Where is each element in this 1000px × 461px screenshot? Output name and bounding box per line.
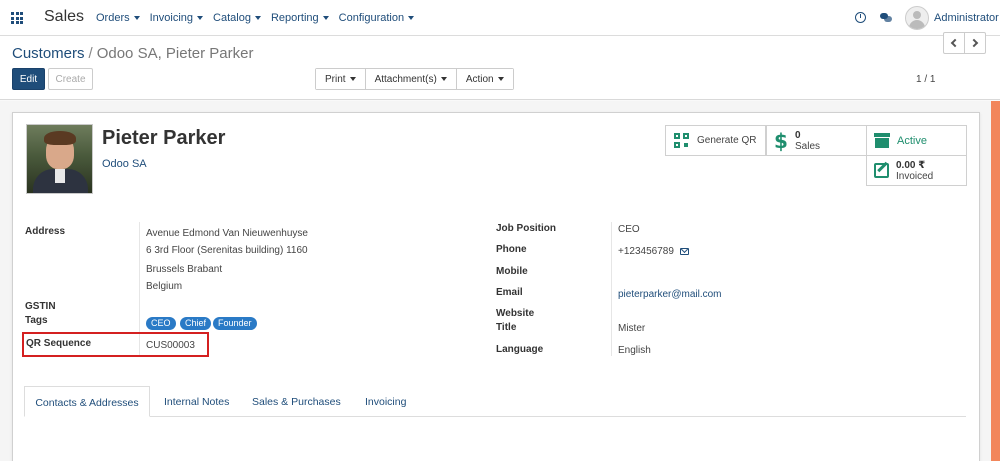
phone-number[interactable]: +123456789 — [618, 246, 674, 257]
app-name: Sales — [44, 8, 85, 25]
sales-smart-button[interactable]: $ 0 Sales — [766, 125, 867, 156]
pager-previous-button[interactable] — [943, 32, 965, 54]
phone-label: Phone — [496, 244, 527, 255]
breadcrumb-separator: / — [88, 45, 93, 62]
breadcrumb-current: Odoo SA, Pieter Parker — [96, 45, 254, 62]
tab-internal-notes[interactable]: Internal Notes — [164, 386, 229, 417]
gstin-label: GSTIN — [25, 301, 56, 312]
menu-orders-label: Orders — [96, 12, 130, 24]
caret-down-icon — [440, 76, 447, 81]
company-link[interactable]: Odoo SA — [102, 158, 147, 170]
invoiced-label: Invoiced — [896, 171, 934, 182]
right-group-divider — [611, 222, 612, 356]
address-street: Avenue Edmond Van Nieuwenhuyse — [146, 228, 308, 239]
tab-invoicing[interactable]: Invoicing — [365, 386, 406, 417]
language-label: Language — [496, 344, 544, 355]
archive-icon — [874, 133, 892, 150]
email-label: Email — [496, 287, 523, 298]
chevron-left-icon — [950, 38, 960, 47]
activity-clock-icon[interactable] — [855, 12, 866, 23]
top-navbar: Sales Orders Invoicing Catalog Reporting… — [0, 0, 1000, 36]
tags-label: Tags — [25, 315, 48, 326]
menu-reporting[interactable]: Reporting — [271, 12, 329, 24]
create-button[interactable]: Create — [48, 68, 93, 90]
generate-qr-label: Generate QR — [697, 135, 757, 146]
menu-invoicing[interactable]: Invoicing — [149, 12, 204, 24]
job-position-label: Job Position — [496, 223, 556, 234]
caret-down-icon — [197, 16, 204, 21]
sales-label: Sales — [795, 141, 821, 152]
edit-button[interactable]: Edit — [12, 68, 45, 90]
caret-down-icon — [254, 16, 261, 21]
menu-reporting-label: Reporting — [270, 12, 319, 24]
sidebar-actions: Print Attachment(s) Action — [315, 68, 514, 90]
partner-photo[interactable] — [26, 124, 93, 194]
active-toggle-button[interactable]: Active — [866, 125, 967, 156]
address-country: Belgium — [146, 281, 183, 292]
caret-down-icon — [133, 16, 140, 21]
sales-count: 0 — [795, 130, 801, 141]
caret-down-icon — [497, 76, 504, 81]
tag-ceo[interactable]: CEO — [146, 317, 176, 330]
pager-value: 1 / 1 — [916, 74, 936, 85]
invoiced-smart-button[interactable]: 0.00 ₹ Invoiced — [866, 155, 967, 186]
tab-sales-purchases[interactable]: Sales & Purchases — [252, 386, 341, 417]
menu-catalog-label: Catalog — [213, 12, 251, 24]
print-label: Print — [325, 73, 346, 85]
apps-menu-icon[interactable] — [11, 12, 23, 24]
mobile-label: Mobile — [496, 266, 528, 277]
chevron-right-icon — [969, 38, 979, 47]
generate-qr-button[interactable]: Generate QR — [665, 125, 766, 156]
menu-invoicing-label: Invoicing — [149, 12, 194, 24]
pager-next-button[interactable] — [964, 32, 986, 54]
partner-name: Pieter Parker — [102, 127, 226, 149]
attachments-label: Attachment(s) — [374, 73, 437, 85]
control-panel: Customers / Odoo SA, Pieter Parker Edit Cr… — [0, 36, 1000, 100]
sms-envelope-icon[interactable] — [679, 247, 689, 255]
print-dropdown[interactable]: Print — [316, 69, 366, 89]
systray — [855, 12, 892, 23]
user-avatar[interactable] — [905, 6, 929, 30]
action-label: Action — [465, 73, 494, 85]
pencil-square-icon — [874, 163, 889, 178]
active-label: Active — [897, 135, 927, 147]
qrcode-icon — [674, 133, 689, 148]
menu-configuration-label: Configuration — [338, 12, 405, 24]
website-label: Website — [496, 308, 535, 319]
language-value: English — [618, 345, 651, 356]
qr-sequence-highlight — [22, 332, 209, 357]
scroll-strip — [991, 101, 1000, 461]
phone-value: +123456789 — [618, 246, 689, 257]
menu-orders[interactable]: Orders — [96, 12, 140, 24]
address-label: Address — [25, 226, 66, 237]
user-menu[interactable]: Administrator — [934, 12, 999, 24]
menu-configuration[interactable]: Configuration — [338, 12, 415, 24]
tag-chief[interactable]: Chief — [180, 317, 212, 330]
caret-down-icon — [322, 16, 329, 21]
attachments-dropdown[interactable]: Attachment(s) — [365, 69, 457, 89]
tag-founder[interactable]: Founder — [213, 317, 257, 330]
invoiced-amount: 0.00 ₹ — [896, 160, 926, 171]
caret-down-icon — [349, 76, 356, 81]
caret-down-icon — [408, 16, 415, 21]
breadcrumb-customers[interactable]: Customers — [12, 45, 85, 62]
discuss-chat-icon[interactable] — [880, 13, 892, 23]
title-value: Mister — [618, 323, 646, 334]
address-city-state: Brussels Brabant — [146, 264, 223, 275]
job-position-value: CEO — [618, 224, 640, 235]
tab-contacts-addresses[interactable]: Contacts & Addresses — [24, 386, 150, 417]
breadcrumb: Customers / Odoo SA, Pieter Parker — [12, 45, 253, 62]
title-label: Title — [496, 322, 517, 333]
main-menu: Orders Invoicing Catalog Reporting Confi… — [96, 12, 424, 24]
email-link[interactable]: pieterparker@mail.com — [618, 289, 722, 300]
menu-catalog[interactable]: Catalog — [213, 12, 261, 24]
action-dropdown[interactable]: Action — [456, 69, 513, 89]
dollar-icon: $ — [774, 129, 788, 153]
address-street2: 6 3rd Floor (Serenitas building) 1160 — [146, 245, 308, 256]
